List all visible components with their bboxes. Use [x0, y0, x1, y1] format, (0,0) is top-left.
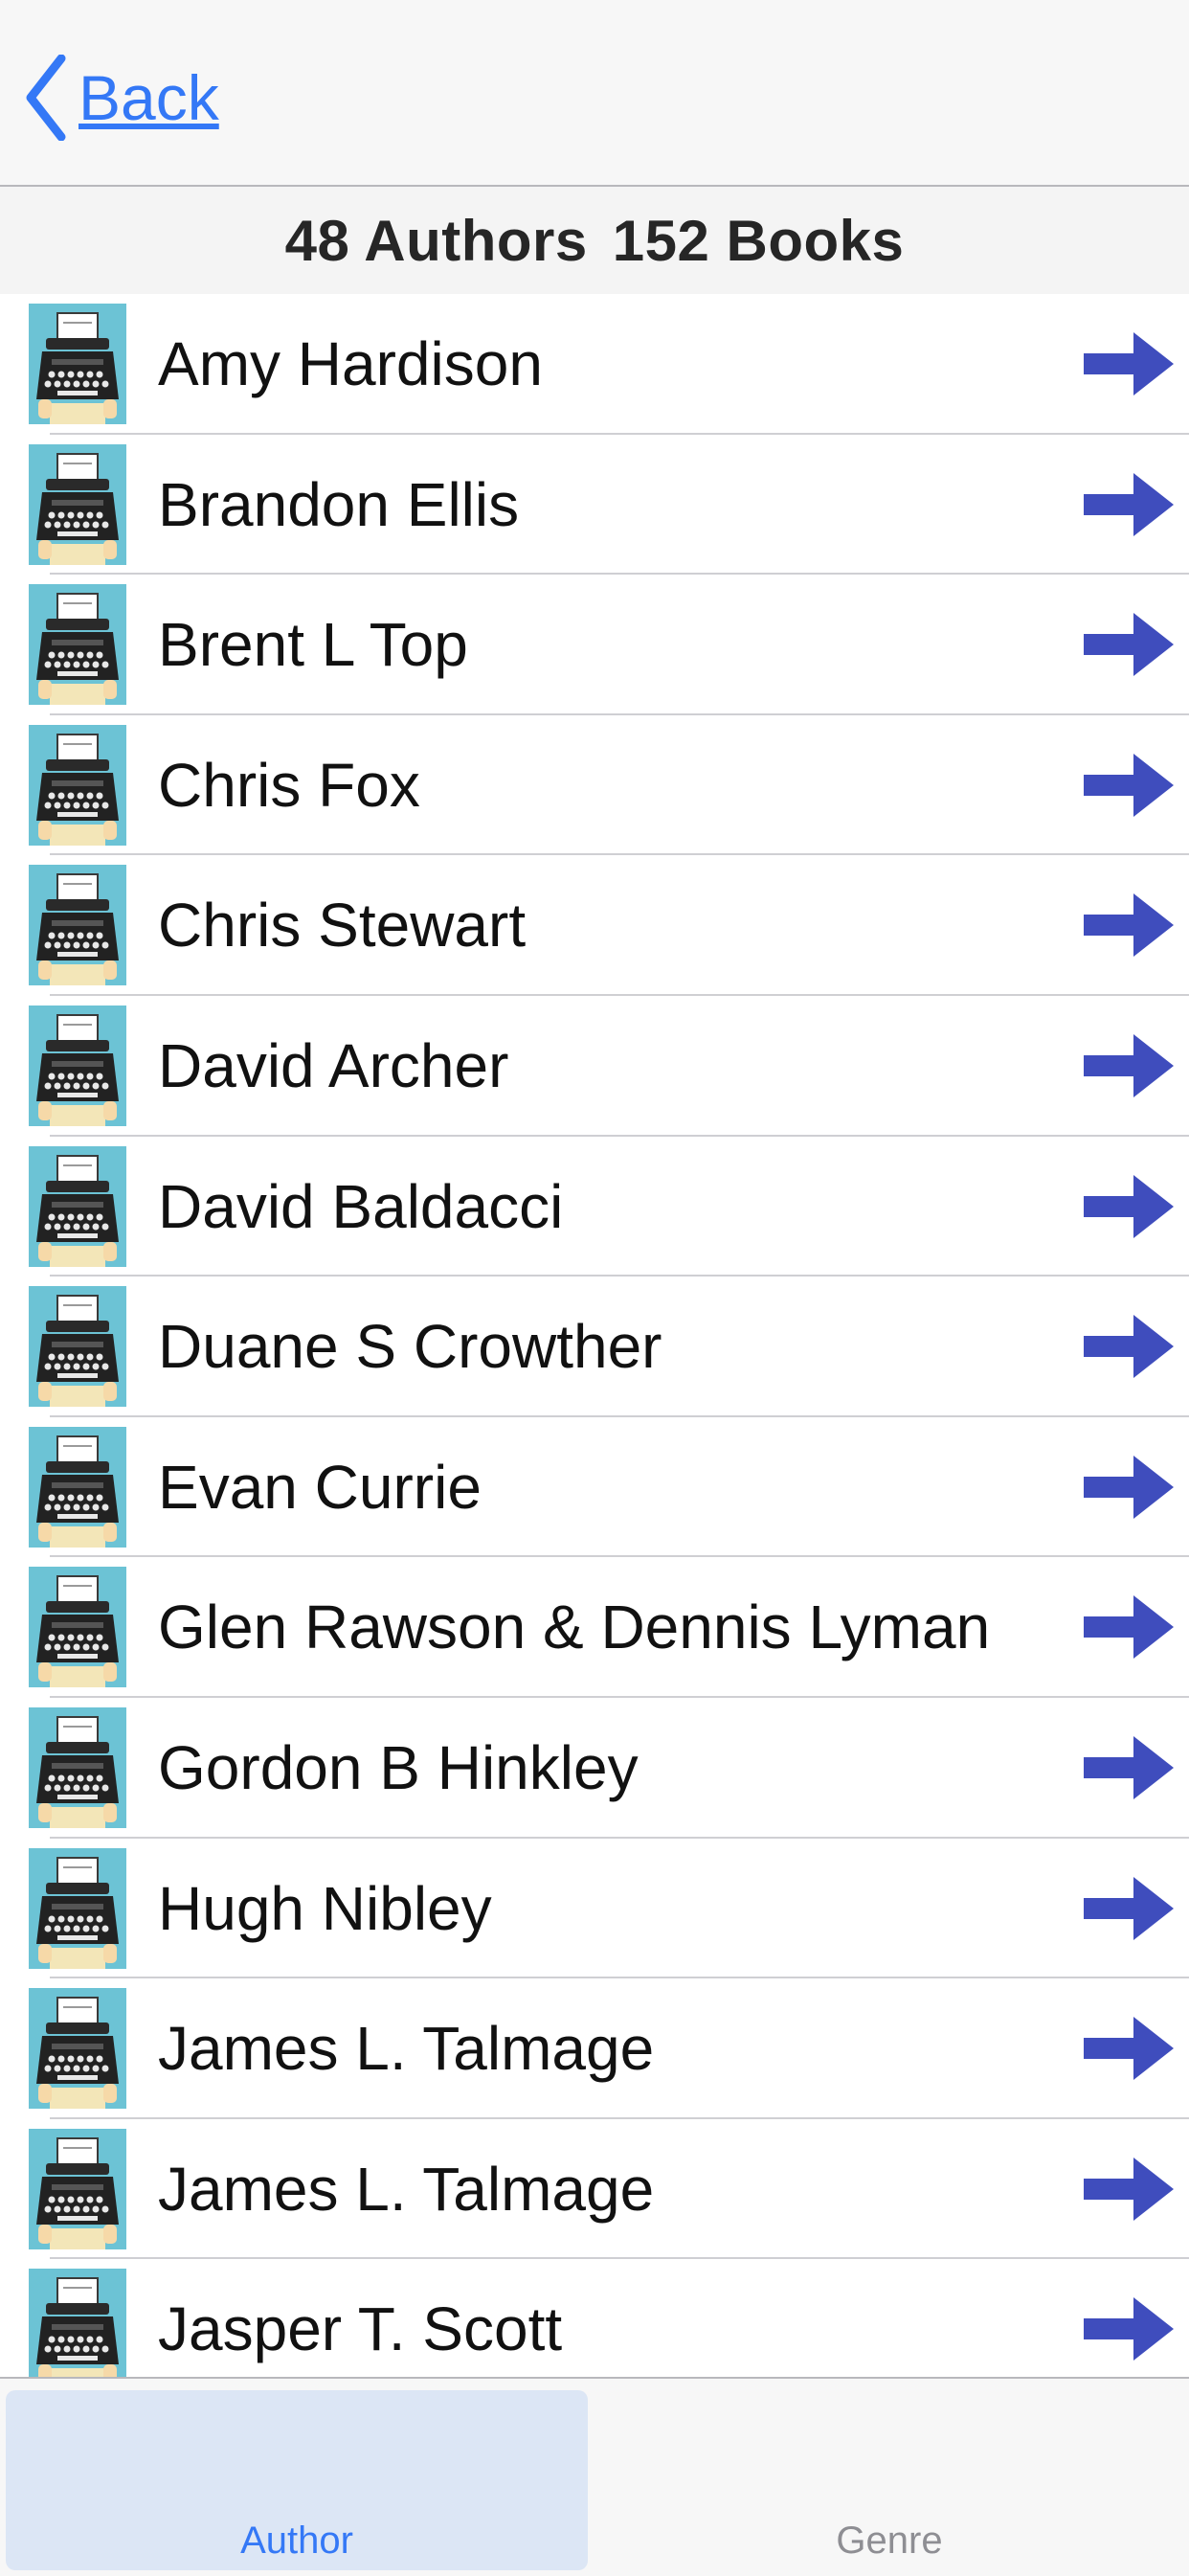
typewriter-icon: [29, 584, 126, 706]
back-button[interactable]: Back: [23, 52, 219, 144]
library-summary: 48 Authors 152 Books: [0, 187, 1189, 294]
author-name: Brent L Top: [158, 610, 468, 680]
right-arrow-icon[interactable]: [1084, 471, 1174, 538]
author-name: Chris Fox: [158, 750, 420, 820]
author-count: 48 Authors: [284, 208, 588, 273]
author-list[interactable]: Amy Hardison Brandon Ellis Brent L Top C…: [0, 294, 1189, 2377]
author-name: Glen Rawson & Dennis Lyman: [158, 1593, 991, 1662]
tab-bar: Author Genre: [0, 2377, 1189, 2576]
typewriter-icon: [29, 443, 126, 565]
typewriter-icon: [29, 1005, 126, 1126]
typewriter-icon: [29, 1286, 126, 1408]
typewriter-icon: [29, 1988, 126, 2110]
typewriter-icon: [29, 1426, 126, 1548]
author-name: Hugh Nibley: [158, 1873, 492, 1943]
author-name: James L. Talmage: [158, 2154, 655, 2224]
typewriter-icon: [29, 304, 126, 424]
right-arrow-icon[interactable]: [1084, 330, 1174, 397]
typewriter-icon: [29, 1847, 126, 1969]
right-arrow-icon[interactable]: [1084, 1032, 1174, 1099]
typewriter-icon: [29, 2269, 126, 2377]
author-row[interactable]: Jasper T. Scott: [0, 2259, 1189, 2377]
typewriter-icon: [29, 2128, 126, 2249]
tab-author-label: Author: [240, 2520, 353, 2562]
author-row[interactable]: James L. Talmage: [0, 1978, 1189, 2119]
author-name: Jasper T. Scott: [158, 2294, 563, 2364]
author-name: Amy Hardison: [158, 329, 543, 398]
typewriter-icon: [29, 1567, 126, 1688]
author-name: David Archer: [158, 1030, 509, 1100]
author-row[interactable]: Evan Currie: [0, 1417, 1189, 1558]
book-count: 152 Books: [612, 208, 905, 273]
typewriter-icon: [29, 1145, 126, 1267]
author-name: Duane S Crowther: [158, 1312, 662, 1382]
right-arrow-icon[interactable]: [1084, 2015, 1174, 2082]
tab-genre-label: Genre: [836, 2520, 943, 2562]
right-arrow-icon[interactable]: [1084, 1734, 1174, 1801]
author-row[interactable]: James L. Talmage: [0, 2119, 1189, 2260]
author-row[interactable]: Chris Stewart: [0, 855, 1189, 996]
author-row[interactable]: Duane S Crowther: [0, 1277, 1189, 1417]
author-row[interactable]: Amy Hardison: [0, 294, 1189, 435]
right-arrow-icon[interactable]: [1084, 1875, 1174, 1942]
navigation-bar: Back: [0, 0, 1189, 187]
right-arrow-icon[interactable]: [1084, 1593, 1174, 1661]
chevron-left-icon: [26, 55, 66, 141]
right-arrow-icon[interactable]: [1084, 1173, 1174, 1240]
right-arrow-icon[interactable]: [1084, 752, 1174, 819]
author-row[interactable]: David Baldacci: [0, 1137, 1189, 1277]
right-arrow-icon[interactable]: [1084, 2295, 1174, 2362]
author-name: Brandon Ellis: [158, 469, 520, 539]
author-row[interactable]: Gordon B Hinkley: [0, 1698, 1189, 1839]
author-row[interactable]: Hugh Nibley: [0, 1839, 1189, 1979]
author-row[interactable]: Chris Fox: [0, 715, 1189, 856]
right-arrow-icon[interactable]: [1084, 892, 1174, 959]
right-arrow-icon[interactable]: [1084, 611, 1174, 678]
author-name: Gordon B Hinkley: [158, 1732, 639, 1802]
back-label[interactable]: Back: [79, 61, 219, 134]
typewriter-icon: [29, 1706, 126, 1828]
right-arrow-icon[interactable]: [1084, 1454, 1174, 1521]
typewriter-icon: [29, 865, 126, 986]
author-row[interactable]: David Archer: [0, 996, 1189, 1137]
author-row[interactable]: Glen Rawson & Dennis Lyman: [0, 1557, 1189, 1698]
typewriter-icon: [29, 724, 126, 846]
right-arrow-icon[interactable]: [1084, 2156, 1174, 2223]
author-name: Chris Stewart: [158, 891, 527, 960]
author-name: James L. Talmage: [158, 2014, 655, 2084]
right-arrow-icon[interactable]: [1084, 1313, 1174, 1380]
tab-author[interactable]: Author: [6, 2390, 588, 2570]
author-name: Evan Currie: [158, 1452, 482, 1522]
author-row[interactable]: Brandon Ellis: [0, 435, 1189, 576]
author-row[interactable]: Brent L Top: [0, 575, 1189, 715]
author-name: David Baldacci: [158, 1171, 564, 1241]
tab-genre[interactable]: Genre: [598, 2390, 1180, 2570]
